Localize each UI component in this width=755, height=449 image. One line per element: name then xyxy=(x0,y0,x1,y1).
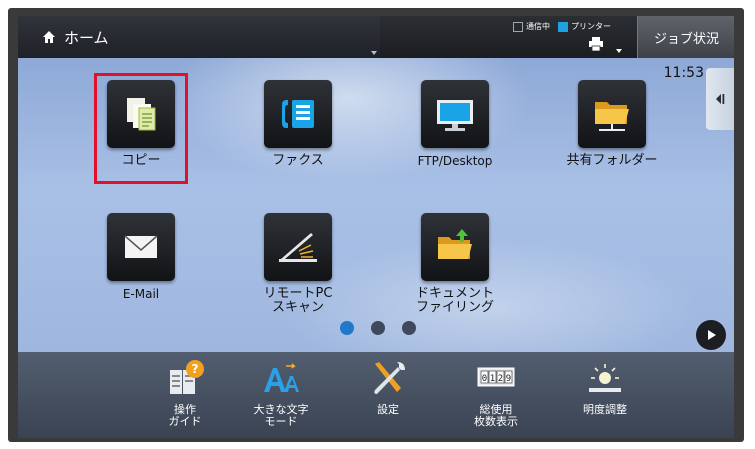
chevron-down-icon xyxy=(371,51,377,55)
app-email[interactable]: E-Mail xyxy=(76,213,206,301)
chevron-down-icon xyxy=(616,49,622,53)
utility-bar: ? 操作 ガイド 大きな文字 モード 設定 0 1 2 9 総使用 枚数表示 明… xyxy=(18,352,734,438)
counter-digit: 0 xyxy=(482,374,487,384)
util-label-line1: 設定 xyxy=(377,403,399,416)
operation-guide-button[interactable]: ? 操作 ガイド xyxy=(145,358,225,428)
status-area[interactable]: 通信中 プリンター xyxy=(513,21,611,32)
home-label: ホーム xyxy=(64,28,109,47)
app-label-line2: スキャン xyxy=(271,300,324,315)
collapse-arrow-icon xyxy=(716,94,725,104)
util-label-line2: ガイド xyxy=(168,415,202,428)
home-icon xyxy=(43,31,55,43)
device-bezel: ホーム 通信中 プリンター ジョブ状況 11:53 コピー ファクス FTP/D… xyxy=(8,8,744,442)
page-dot-1[interactable] xyxy=(340,321,354,335)
copy-highlight-box xyxy=(94,73,188,184)
touch-screen: ホーム 通信中 プリンター ジョブ状況 11:53 コピー ファクス FTP/D… xyxy=(18,16,734,438)
large-text-mode-icon xyxy=(260,358,302,398)
fax-icon xyxy=(264,80,332,148)
svg-text:?: ? xyxy=(192,362,199,376)
app-label: ファクス xyxy=(272,153,324,168)
shared-folder-icon xyxy=(578,80,646,148)
printer-icon xyxy=(589,37,603,51)
clock: 11:53 xyxy=(663,65,704,81)
job-status-button[interactable]: ジョブ状況 xyxy=(637,16,734,58)
app-remote-pc-scan[interactable]: リモートPC スキャン xyxy=(233,213,363,315)
app-label-line2: ファイリング xyxy=(415,300,494,315)
total-count-button[interactable]: 0 1 2 9 総使用 枚数表示 xyxy=(456,358,536,428)
settings-button[interactable]: 設定 xyxy=(348,358,428,416)
status-sending-label: 通信中 xyxy=(526,22,550,31)
app-label: FTP/Desktop xyxy=(417,154,493,168)
ftp-desktop-icon xyxy=(421,80,489,148)
operation-guide-icon: ? xyxy=(164,358,206,398)
util-label-line1: 明度調整 xyxy=(583,403,627,416)
document-filing-icon xyxy=(421,213,489,281)
counter-icon: 0 1 2 9 xyxy=(475,358,517,398)
page-indicator xyxy=(340,321,416,335)
counter-digit: 1 xyxy=(490,374,495,384)
app-shared-folder[interactable]: 共有フォルダー xyxy=(547,80,677,168)
home-screen-area: 11:53 コピー ファクス FTP/Desktop 共有フォルダー E-Mai… xyxy=(18,58,734,352)
brightness-button[interactable]: 明度調整 xyxy=(565,358,645,416)
util-label-line2: 枚数表示 xyxy=(474,415,518,428)
app-label-line1: リモートPC xyxy=(263,286,333,301)
settings-icon xyxy=(367,358,409,398)
remote-pc-scan-icon xyxy=(264,213,332,281)
counter-digit: 2 xyxy=(498,374,503,384)
email-icon xyxy=(107,213,175,281)
next-page-button[interactable] xyxy=(696,320,726,350)
app-label-line1: ドキュメント xyxy=(415,286,494,301)
home-tab[interactable]: ホーム xyxy=(18,16,380,58)
page-dot-2[interactable] xyxy=(371,321,385,335)
counter-digit: 9 xyxy=(506,374,511,384)
app-label: E-Mail xyxy=(122,287,160,301)
app-fax[interactable]: ファクス xyxy=(233,80,363,168)
app-document-filing[interactable]: ドキュメント ファイリング xyxy=(390,213,520,315)
play-arrow-icon xyxy=(708,330,716,340)
side-panel-toggle[interactable] xyxy=(706,68,734,130)
printer-indicator-icon xyxy=(558,21,568,32)
app-ftp-desktop[interactable]: FTP/Desktop xyxy=(390,80,520,168)
status-printer-label: プリンター xyxy=(571,22,611,31)
large-text-mode-button[interactable]: 大きな文字 モード xyxy=(241,358,321,428)
util-label-line2: モード xyxy=(264,415,298,428)
app-label: 共有フォルダー xyxy=(566,153,658,168)
sending-indicator-icon xyxy=(513,21,523,32)
page-dot-3[interactable] xyxy=(402,321,416,335)
brightness-icon xyxy=(584,358,626,398)
top-bar: ホーム 通信中 プリンター ジョブ状況 xyxy=(18,16,734,58)
